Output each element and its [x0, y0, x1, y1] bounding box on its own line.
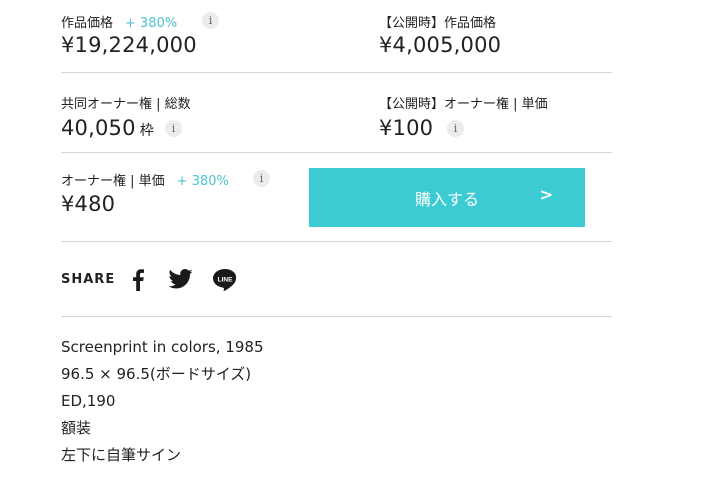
line-icon[interactable]: LINE [212, 268, 238, 296]
description-line: 左下に自筆サイン [61, 446, 182, 464]
description-line: ED,190 [61, 392, 116, 410]
total-shares-value: 40,050 [61, 116, 136, 140]
twitter-icon[interactable] [168, 269, 193, 293]
total-shares-label: 共同オーナー権 | 総数 [61, 97, 191, 112]
description: Screenprint in colors, 1985 96.5 × 96.5(… [61, 334, 264, 469]
total-shares-row: 40,050 枠 [61, 116, 154, 140]
unit-price-change: + 380% [176, 174, 229, 189]
unit-price-value: ¥480 [61, 192, 116, 216]
work-price-value: ¥19,224,000 [61, 33, 197, 57]
divider [61, 152, 612, 153]
chevron-right-icon: > [539, 185, 553, 204]
buy-button[interactable]: 購入する > [309, 168, 585, 227]
unit-price-label: オーナー権 | 単価 [61, 174, 165, 189]
divider [61, 241, 612, 242]
description-line: Screenprint in colors, 1985 [61, 338, 264, 356]
share-label: SHARE [61, 272, 116, 287]
facebook-icon[interactable] [131, 268, 145, 295]
work-price-change: + 380% [125, 16, 178, 31]
work-price-label: 作品価格 [61, 16, 114, 31]
public-work-price-label: 【公開時】作品価格 [379, 16, 497, 31]
description-line: 額装 [61, 419, 92, 437]
line-icon-text: LINE [218, 277, 233, 284]
public-unit-price-label: 【公開時】オーナー権 | 単価 [379, 97, 548, 112]
public-unit-price-value: ¥100 [379, 116, 434, 140]
divider [61, 316, 612, 317]
unit-price-label-row: オーナー権 | 単価 + 380% [61, 170, 229, 189]
total-shares-info-icon[interactable]: i [165, 120, 182, 137]
description-line: 96.5 × 96.5(ボードサイズ) [61, 365, 252, 383]
unit-price-info-icon[interactable]: i [253, 170, 270, 187]
public-unit-price-info-icon[interactable]: i [447, 120, 464, 137]
public-work-price-value: ¥4,005,000 [379, 33, 502, 57]
total-shares-unit: 枠 [139, 123, 154, 139]
work-price-label-row: 作品価格 + 380% [61, 12, 177, 31]
divider [61, 72, 612, 73]
work-price-info-icon[interactable]: i [202, 12, 219, 29]
